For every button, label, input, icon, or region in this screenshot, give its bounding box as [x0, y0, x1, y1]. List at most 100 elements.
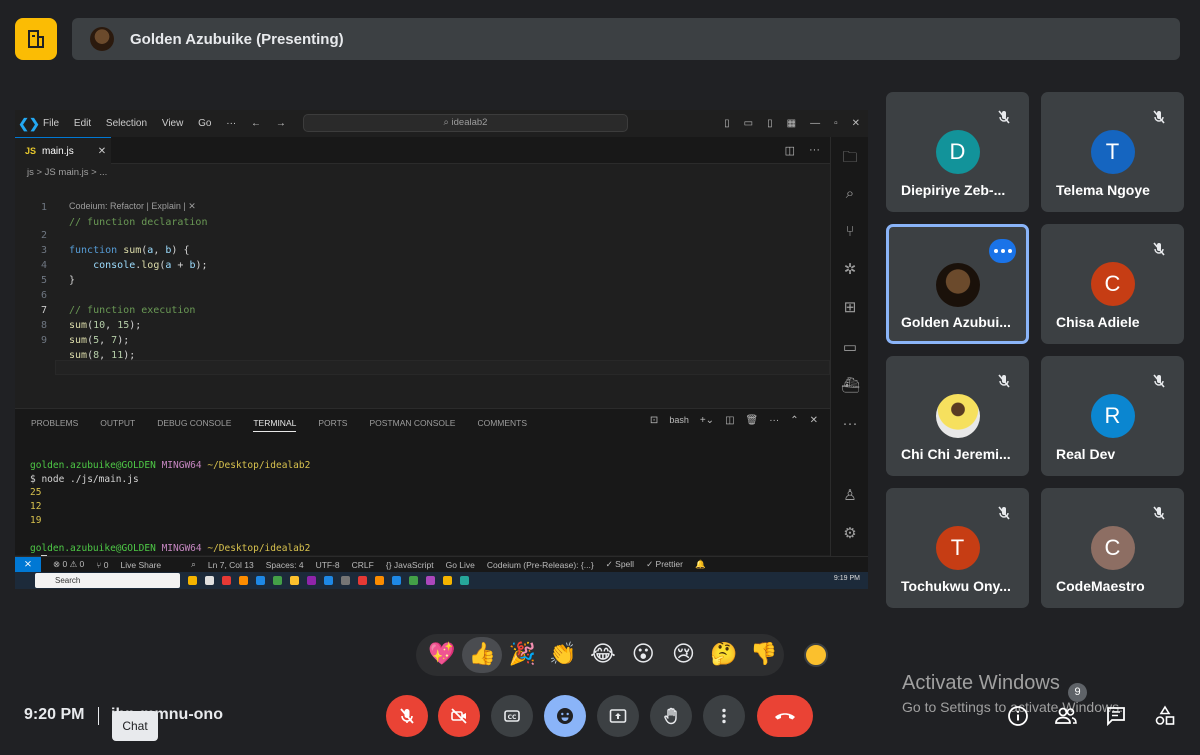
meeting-details-button[interactable] [1004, 702, 1032, 730]
captions-button[interactable]: CC [491, 695, 533, 737]
participant-tile[interactable]: C CodeMaestro [1041, 488, 1184, 608]
reaction-thumbs-down[interactable]: 👎 [744, 637, 784, 673]
reactions-button[interactable] [544, 695, 586, 737]
tab-terminal[interactable]: TERMINAL [253, 418, 297, 432]
status-problems[interactable]: ⊗ 0 ⚠ 0 [53, 559, 84, 570]
tab-problems[interactable]: PROBLEMS [31, 418, 78, 432]
chat-button[interactable] [1102, 702, 1130, 730]
present-now-button[interactable] [597, 695, 639, 737]
terminal-output[interactable]: golden.azubuike@GOLDEN MINGW64 ~/Desktop… [30, 445, 310, 569]
explorer-icon[interactable]: 🗀 [841, 149, 859, 167]
leave-call-button[interactable] [757, 695, 813, 737]
participant-tile[interactable]: D Diepiriye Zeb-... [886, 92, 1029, 212]
reaction-clapping[interactable]: 👏 [543, 637, 583, 673]
zoom-icon[interactable]: ⌕ [191, 559, 196, 570]
close-icon[interactable]: ✕ [852, 118, 860, 129]
remote-indicator-icon[interactable]: ⨯ [15, 556, 41, 573]
taskbar-app-icon[interactable] [205, 576, 214, 585]
status-go-live[interactable]: Go Live [446, 560, 475, 570]
taskbar-app-icon[interactable] [341, 576, 350, 585]
menu-edit[interactable]: Edit [74, 118, 91, 129]
status-eol[interactable]: CRLF [352, 560, 374, 570]
raise-hand-button[interactable] [650, 695, 692, 737]
reaction-surprised[interactable]: 😮 [623, 637, 663, 673]
vscode-search[interactable]: ⌕ idealab2 [303, 114, 628, 132]
docker-icon[interactable]: ⛴ [841, 377, 860, 395]
taskbar-app-icon[interactable] [392, 576, 401, 585]
code-editor[interactable]: 1 // function declaration Codeium: Refac… [15, 182, 830, 408]
status-codeium[interactable]: Codeium (Pre-Release): {...} [487, 560, 594, 570]
more-actions-icon[interactable]: ··· [769, 415, 779, 426]
participant-tile[interactable]: T Tochukwu Ony... [886, 488, 1029, 608]
participant-tile-active[interactable]: Golden Azubui... [886, 224, 1029, 344]
breadcrumb[interactable]: js > JS main.js > ... [27, 167, 107, 178]
reaction-party-popper[interactable]: 🎉 [502, 637, 542, 673]
status-position[interactable]: Ln 7, Col 13 [208, 560, 254, 570]
minimize-icon[interactable]: — [810, 118, 820, 129]
tab-output[interactable]: OUTPUT [100, 418, 135, 432]
activities-button[interactable] [1151, 702, 1179, 730]
taskbar-app-icon[interactable] [409, 576, 418, 585]
remote-explorer-icon[interactable]: ▭ [841, 339, 859, 357]
meet-logo-button[interactable] [15, 18, 57, 60]
more-options-button[interactable] [703, 695, 745, 737]
restore-icon[interactable]: ▫ [834, 118, 838, 129]
reaction-sparkling-heart[interactable]: 💖 [422, 637, 462, 673]
close-panel-icon[interactable]: ✕ [810, 415, 818, 426]
nav-forward-icon[interactable]: → [276, 118, 286, 129]
nav-back-icon[interactable]: ← [251, 118, 261, 129]
status-prettier[interactable]: ✓ Prettier [646, 559, 683, 570]
kill-terminal-icon[interactable]: 🗑 [746, 415, 759, 426]
manage-gear-icon[interactable]: ⚙ [841, 525, 859, 543]
split-editor-icon[interactable]: ◫ [785, 144, 795, 157]
participant-tile[interactable]: C Chisa Adiele [1041, 224, 1184, 344]
participant-tile[interactable]: R Real Dev [1041, 356, 1184, 476]
taskbar-app-icon[interactable] [222, 576, 231, 585]
account-icon[interactable]: ♙ [841, 487, 859, 505]
reaction-thinking[interactable]: 🤔 [704, 637, 744, 673]
status-spell[interactable]: ✓ Spell [606, 559, 634, 570]
tab-ports[interactable]: PORTS [318, 418, 347, 432]
source-control-icon[interactable]: ⑂ [841, 223, 859, 241]
taskbar-search[interactable]: Search [35, 573, 180, 588]
status-language[interactable]: {} JavaScript [386, 560, 434, 570]
taskbar-app-icon[interactable] [375, 576, 384, 585]
reaction-tears-of-joy[interactable]: 😂 [583, 637, 623, 673]
taskbar-app-icon[interactable] [443, 576, 452, 585]
taskbar-app-icon[interactable] [358, 576, 367, 585]
tab-main-js[interactable]: JS main.js ✕ [15, 137, 111, 164]
reaction-crying[interactable]: 😢 [663, 637, 703, 673]
maximize-panel-icon[interactable]: ⌃ [790, 415, 798, 426]
menu-view[interactable]: View [162, 118, 184, 129]
taskbar-app-icon[interactable] [307, 576, 316, 585]
taskbar-app-icon[interactable] [188, 576, 197, 585]
tab-debug-console[interactable]: DEBUG CONSOLE [157, 418, 231, 432]
tab-close-icon[interactable]: ✕ [98, 146, 106, 157]
status-spaces[interactable]: Spaces: 4 [266, 560, 304, 570]
participant-tile[interactable]: Chi Chi Jeremi... [886, 356, 1029, 476]
more-options-button[interactable] [989, 239, 1016, 263]
taskbar-app-icon[interactable] [256, 576, 265, 585]
skin-tone-selector[interactable] [804, 643, 828, 667]
more-actions-icon[interactable]: ··· [809, 144, 820, 157]
layout-secondary-icon[interactable]: ▯ [767, 118, 773, 129]
presenter-bar[interactable]: Golden Azubuike (Presenting) [72, 18, 1180, 60]
tab-postman-console[interactable]: POSTMAN CONSOLE [369, 418, 455, 432]
menu-file[interactable]: File [43, 118, 59, 129]
status-ports[interactable]: ⑂ 0 [96, 560, 108, 570]
notifications-bell-icon[interactable]: 🔔 [695, 559, 706, 570]
status-encoding[interactable]: UTF-8 [316, 560, 340, 570]
taskbar-app-icon[interactable] [426, 576, 435, 585]
layout-panel-icon[interactable]: ▭ [744, 118, 753, 129]
search-icon[interactable]: ⌕ [841, 185, 859, 203]
people-button[interactable] [1052, 702, 1080, 730]
more-views-icon[interactable]: ··· [841, 415, 859, 433]
menu-more[interactable]: ··· [226, 118, 236, 129]
taskbar-app-icon[interactable] [460, 576, 469, 585]
taskbar-app-icon[interactable] [290, 576, 299, 585]
layout-sidebar-icon[interactable]: ▯ [724, 118, 730, 129]
new-terminal-icon[interactable]: +⌄ [700, 415, 714, 426]
camera-toggle-button[interactable] [438, 695, 480, 737]
taskbar-app-icon[interactable] [324, 576, 333, 585]
extensions-icon[interactable]: ⊞ [841, 299, 859, 317]
